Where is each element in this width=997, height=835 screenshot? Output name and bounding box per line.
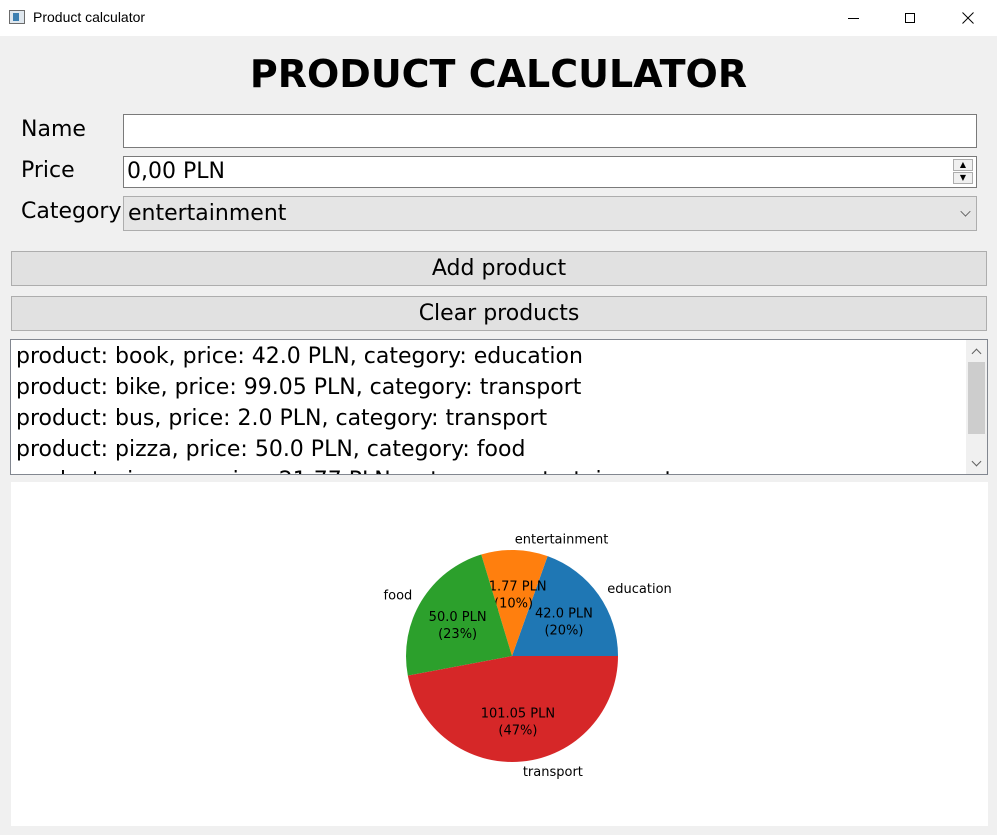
pie-category-label: food bbox=[384, 589, 413, 604]
title-bar: Product calculator bbox=[0, 0, 997, 36]
name-label: Name bbox=[21, 117, 86, 142]
scroll-down-button[interactable] bbox=[966, 454, 987, 472]
category-selected-value: entertainment bbox=[128, 201, 287, 226]
pie-percent-label: (47%) bbox=[498, 723, 537, 738]
close-icon bbox=[962, 12, 974, 24]
scroll-up-button[interactable] bbox=[966, 342, 987, 360]
pie-chart: education42.0 PLN(20%)entertainment21.77… bbox=[384, 532, 672, 780]
arrow-up-icon: ▲ bbox=[959, 160, 967, 169]
pie-percent-label: (10%) bbox=[494, 596, 533, 611]
list-item[interactable]: product: pizza, price: 50.0 PLN, categor… bbox=[16, 434, 525, 465]
pie-value-label: 50.0 PLN bbox=[429, 610, 487, 625]
name-input[interactable] bbox=[123, 114, 977, 148]
minimize-icon bbox=[847, 17, 859, 19]
maximize-icon bbox=[905, 13, 915, 23]
pie-value-label: 101.05 PLN bbox=[481, 706, 555, 721]
pie-chart-panel: education 42.0 PLN (20%) entertainment 21.77… bbox=[11, 482, 988, 826]
scroll-thumb[interactable] bbox=[968, 362, 985, 434]
arrow-down-icon: ▼ bbox=[959, 173, 967, 182]
list-item[interactable]: product: cinema, price: 21.77 PLN, categ… bbox=[16, 465, 673, 474]
price-value[interactable]: 0,00 PLN bbox=[127, 159, 225, 184]
spin-up-button[interactable]: ▲ bbox=[953, 159, 973, 171]
pie-category-label: education bbox=[607, 582, 672, 597]
pie-value-label: 42.0 PLN bbox=[535, 606, 593, 621]
chevron-down-icon bbox=[971, 456, 982, 466]
list-item[interactable]: product: book, price: 42.0 PLN, category… bbox=[16, 341, 583, 372]
category-select[interactable]: entertainment bbox=[123, 196, 977, 231]
spin-down-button[interactable]: ▼ bbox=[953, 172, 973, 184]
list-item[interactable]: product: bike, price: 99.05 PLN, categor… bbox=[16, 372, 581, 403]
product-list[interactable]: product: book, price: 42.0 PLN, category… bbox=[10, 339, 988, 475]
app-icon bbox=[9, 10, 25, 24]
clear-products-button[interactable]: Clear products bbox=[11, 296, 987, 331]
price-spinbox[interactable]: 0,00 PLN ▲ ▼ bbox=[123, 156, 977, 188]
pie-percent-label: (23%) bbox=[438, 627, 477, 642]
chevron-down-icon bbox=[960, 206, 971, 217]
price-label: Price bbox=[21, 158, 75, 183]
chevron-up-icon bbox=[971, 348, 982, 358]
add-product-button[interactable]: Add product bbox=[11, 251, 987, 286]
minimize-button[interactable] bbox=[824, 0, 882, 36]
maximize-button[interactable] bbox=[881, 0, 939, 36]
list-item[interactable]: product: bus, price: 2.0 PLN, category: … bbox=[16, 403, 547, 434]
list-scrollbar[interactable] bbox=[966, 340, 987, 474]
window-title: Product calculator bbox=[33, 9, 146, 25]
category-label: Category bbox=[21, 199, 122, 224]
pie-category-label: entertainment bbox=[515, 532, 609, 547]
pie-percent-label: (20%) bbox=[544, 623, 583, 638]
close-button[interactable] bbox=[939, 0, 997, 36]
page-title: PRODUCT CALCULATOR bbox=[249, 52, 748, 96]
pie-category-label: transport bbox=[523, 765, 583, 780]
